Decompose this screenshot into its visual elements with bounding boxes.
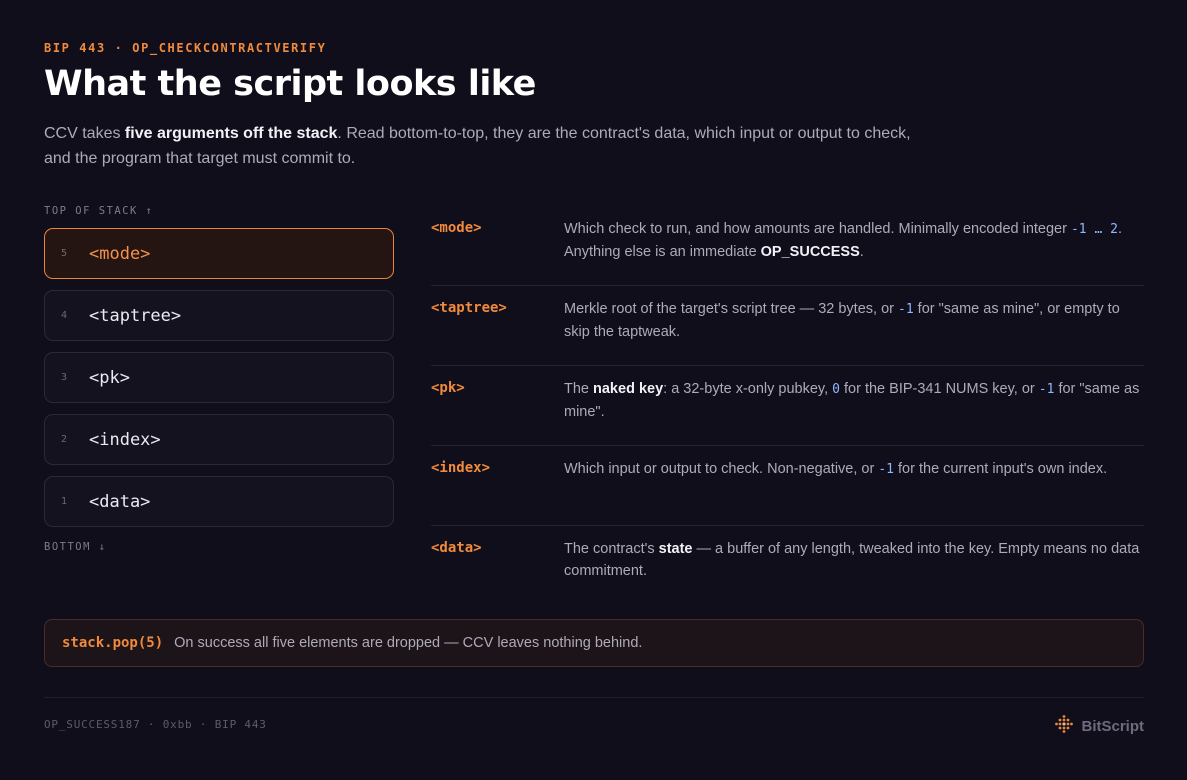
desc-bold: OP_SUCCESS — [760, 244, 860, 260]
stack-item-index[interactable]: 2 <index> — [44, 414, 394, 465]
desc-code: 0 — [832, 382, 840, 397]
definition-description: The contract's state — a buffer of any l… — [564, 538, 1146, 582]
stack-item-number: 3 — [61, 372, 68, 383]
lead-paragraph: CCV takes five arguments off the stack. … — [44, 121, 924, 171]
desc-text: Which check to run, and how amounts are … — [564, 221, 1071, 237]
desc-text: The — [564, 381, 594, 397]
bitscript-logo-icon — [1054, 714, 1074, 739]
definition-mode: <mode> Which check to run, and how amoun… — [431, 206, 1144, 286]
stack-item-number: 1 — [61, 496, 68, 507]
stack-bottom-caption: BOTTOM ↓ — [44, 541, 107, 553]
lead-text-1: CCV takes — [44, 125, 125, 142]
desc-text: . — [859, 244, 864, 260]
stack-item-number: 4 — [61, 310, 68, 321]
eyebrow: BIP 443 · OP_CHECKCONTRACTVERIFY — [44, 41, 327, 55]
desc-code: -1 — [1038, 382, 1055, 397]
definition-description: Merkle root of the target's script tree … — [564, 298, 1146, 343]
desc-bold: state — [658, 541, 693, 557]
stack-top-caption: TOP OF STACK ↑ — [44, 205, 154, 217]
stack-item-label: <data> — [89, 491, 151, 512]
brand-name: BitScript — [1081, 718, 1144, 735]
brand-link[interactable]: BitScript — [1054, 714, 1144, 739]
definition-term: <index> — [431, 460, 491, 476]
desc-text: : a 32-byte x-only pubkey, — [663, 381, 833, 397]
definition-taptree: <taptree> Merkle root of the target's sc… — [431, 286, 1144, 366]
definition-term: <data> — [431, 540, 482, 556]
desc-text: Merkle root of the target's script tree … — [564, 301, 898, 317]
definition-term: <mode> — [431, 220, 482, 236]
definition-description: Which input or output to check. Non-nega… — [564, 458, 1146, 481]
desc-bold: naked key — [593, 381, 664, 397]
stack-item-label: <taptree> — [89, 305, 182, 326]
callout-text: On success all five elements are dropped… — [174, 635, 643, 651]
desc-text: for the BIP-341 NUMS key, or — [839, 381, 1039, 397]
footer-divider — [44, 697, 1144, 698]
desc-text: for the current input's own index. — [894, 461, 1108, 477]
stack-item-taptree[interactable]: 4 <taptree> — [44, 290, 394, 341]
desc-code: -1 — [898, 302, 914, 317]
callout-code: stack.pop(5) — [62, 635, 164, 651]
definition-term: <pk> — [431, 380, 465, 396]
stack-item-number: 2 — [61, 434, 68, 445]
stack-item-label: <index> — [89, 429, 161, 450]
definition-pk: <pk> The naked key: a 32-byte x-only pub… — [431, 366, 1144, 446]
definition-description: The naked key: a 32-byte x-only pubkey, … — [564, 378, 1146, 423]
definition-data: <data> The contract's state — a buffer o… — [431, 526, 1144, 606]
stack-item-pk[interactable]: 3 <pk> — [44, 352, 394, 403]
stack-item-data[interactable]: 1 <data> — [44, 476, 394, 527]
stack-item-label: <pk> — [89, 367, 130, 388]
desc-code: -1 … 2 — [1070, 222, 1118, 237]
stack-item-number: 5 — [61, 248, 68, 259]
desc-code: -1 — [878, 462, 894, 477]
page-title: What the script looks like — [44, 64, 536, 104]
stack-item-label: <mode> — [89, 243, 151, 264]
definition-index: <index> Which input or output to check. … — [431, 446, 1144, 526]
definition-description: Which check to run, and how amounts are … — [564, 218, 1146, 263]
stack-item-mode[interactable]: 5 <mode> — [44, 228, 394, 279]
desc-text: Which input or output to check. Non-nega… — [564, 461, 879, 477]
stack-pop-callout: stack.pop(5) On success all five element… — [44, 619, 1144, 667]
desc-text: The contract's — [564, 541, 659, 557]
lead-bold: five arguments off the stack — [124, 125, 338, 142]
definition-term: <taptree> — [431, 300, 507, 316]
footer-meta: OP_SUCCESS187 · 0xbb · BIP 443 — [44, 718, 267, 731]
